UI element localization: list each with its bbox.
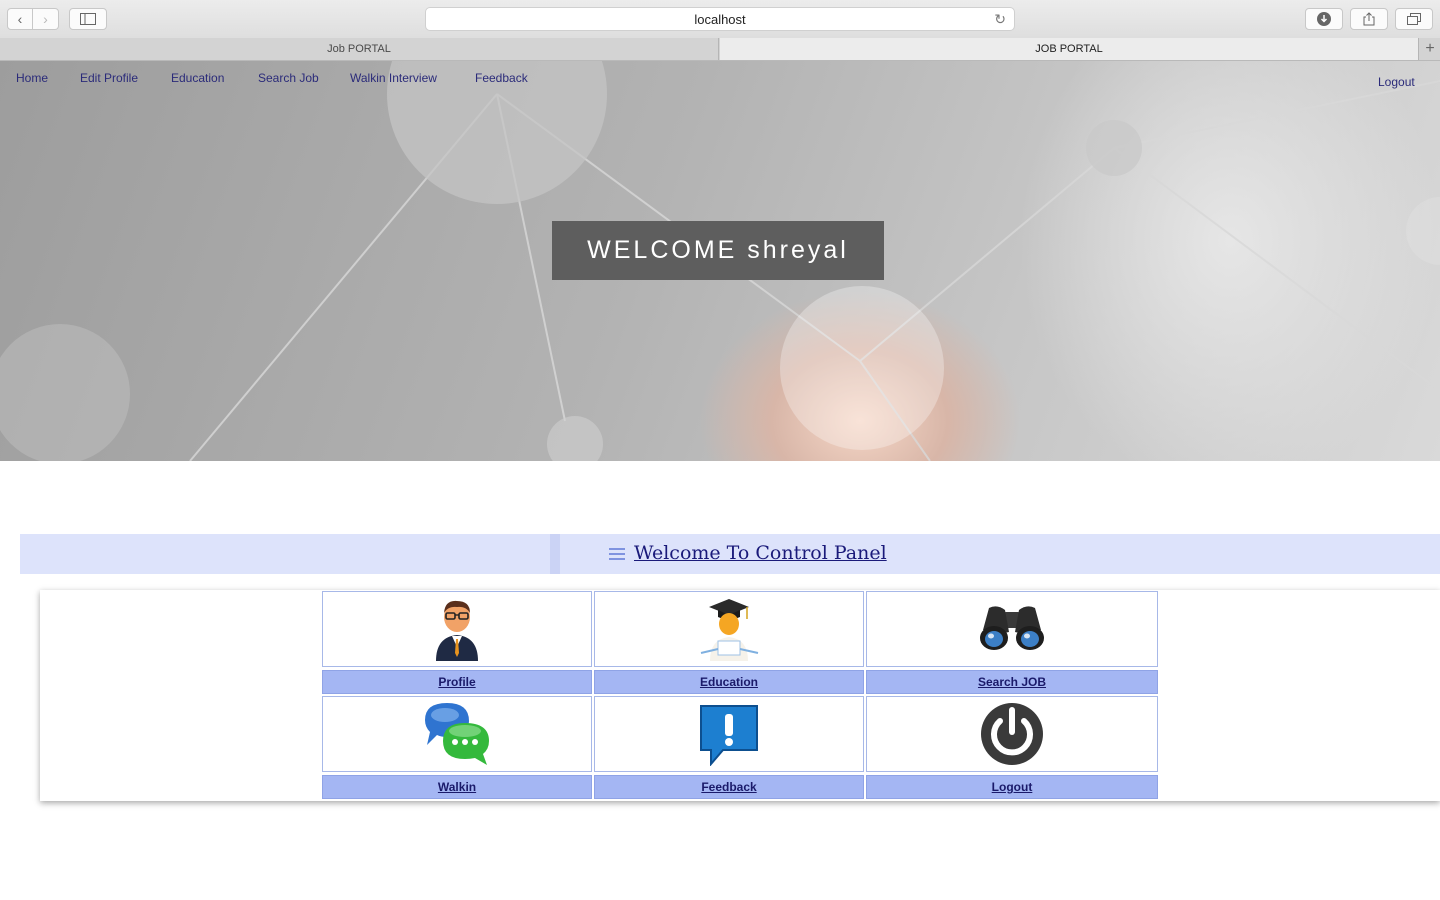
network-node	[1086, 120, 1142, 176]
chevron-left-icon: ‹	[17, 11, 23, 27]
network-node	[1406, 197, 1440, 265]
nav-logout[interactable]: Logout	[1378, 75, 1415, 89]
menu-icon	[609, 548, 625, 563]
reload-icon[interactable]: ↻	[994, 11, 1006, 28]
walkin-tile[interactable]	[322, 696, 592, 772]
sidebar-toggle-button[interactable]	[69, 8, 107, 30]
search-job-link[interactable]: Search JOB	[866, 670, 1158, 694]
tab-bar: Job PORTAL JOB PORTAL +	[0, 38, 1440, 61]
nav-feedback[interactable]: Feedback	[475, 71, 528, 85]
top-navigation: Home Edit Profile Education Search Job W…	[0, 61, 1440, 97]
download-icon	[1317, 12, 1331, 26]
share-icon	[1363, 12, 1375, 26]
tab-job-portal-1[interactable]: Job PORTAL	[0, 38, 719, 60]
profile-icon	[436, 600, 478, 661]
tab-job-portal-2[interactable]: JOB PORTAL	[720, 38, 1418, 60]
education-tile[interactable]	[594, 591, 864, 667]
browser-toolbar: ‹ › localhost ↻	[0, 0, 1440, 39]
forward-button[interactable]: ›	[33, 8, 59, 30]
nav-education[interactable]: Education	[171, 71, 224, 85]
tab-overview-button[interactable]	[1395, 8, 1433, 30]
address-bar[interactable]: localhost ↻	[425, 7, 1015, 31]
control-panel: Profile Education Search JOB Walkin Feed…	[40, 590, 1440, 801]
network-node	[547, 416, 603, 461]
network-node	[0, 324, 130, 461]
search-job-tile[interactable]	[866, 591, 1158, 667]
control-panel-title[interactable]: Welcome To Control Panel	[634, 542, 887, 564]
hero-banner: Home Edit Profile Education Search Job W…	[0, 61, 1440, 461]
nav-home[interactable]: Home	[16, 71, 48, 85]
network-node	[780, 286, 944, 450]
feedback-tile[interactable]	[594, 696, 864, 772]
control-panel-header: Welcome To Control Panel	[20, 534, 1440, 574]
sidebar-icon	[80, 13, 96, 25]
profile-link[interactable]: Profile	[322, 670, 592, 694]
binoculars-icon	[980, 606, 1044, 650]
new-tab-button[interactable]: +	[1418, 38, 1440, 60]
nav-walkin-interview[interactable]: Walkin Interview	[350, 71, 437, 85]
logout-link[interactable]: Logout	[866, 775, 1158, 799]
nav-edit-profile[interactable]: Edit Profile	[80, 71, 138, 85]
nav-search-job[interactable]: Search Job	[258, 71, 319, 85]
welcome-banner: WELCOME shreyal	[552, 221, 884, 280]
power-icon	[981, 703, 1043, 765]
feedback-link[interactable]: Feedback	[594, 775, 864, 799]
education-link[interactable]: Education	[594, 670, 864, 694]
downloads-button[interactable]	[1305, 8, 1343, 30]
graduate-icon	[700, 599, 759, 661]
chat-bubbles-icon	[425, 703, 489, 765]
url-text: localhost	[694, 11, 746, 27]
header-divider	[550, 534, 560, 574]
logout-tile[interactable]	[866, 696, 1158, 772]
back-button[interactable]: ‹	[7, 8, 33, 30]
profile-tile[interactable]	[322, 591, 592, 667]
share-button[interactable]	[1350, 8, 1388, 30]
walkin-link[interactable]: Walkin	[322, 775, 592, 799]
tabs-icon	[1407, 13, 1421, 25]
chevron-right-icon: ›	[43, 11, 48, 27]
exclamation-bubble-icon	[700, 705, 758, 766]
